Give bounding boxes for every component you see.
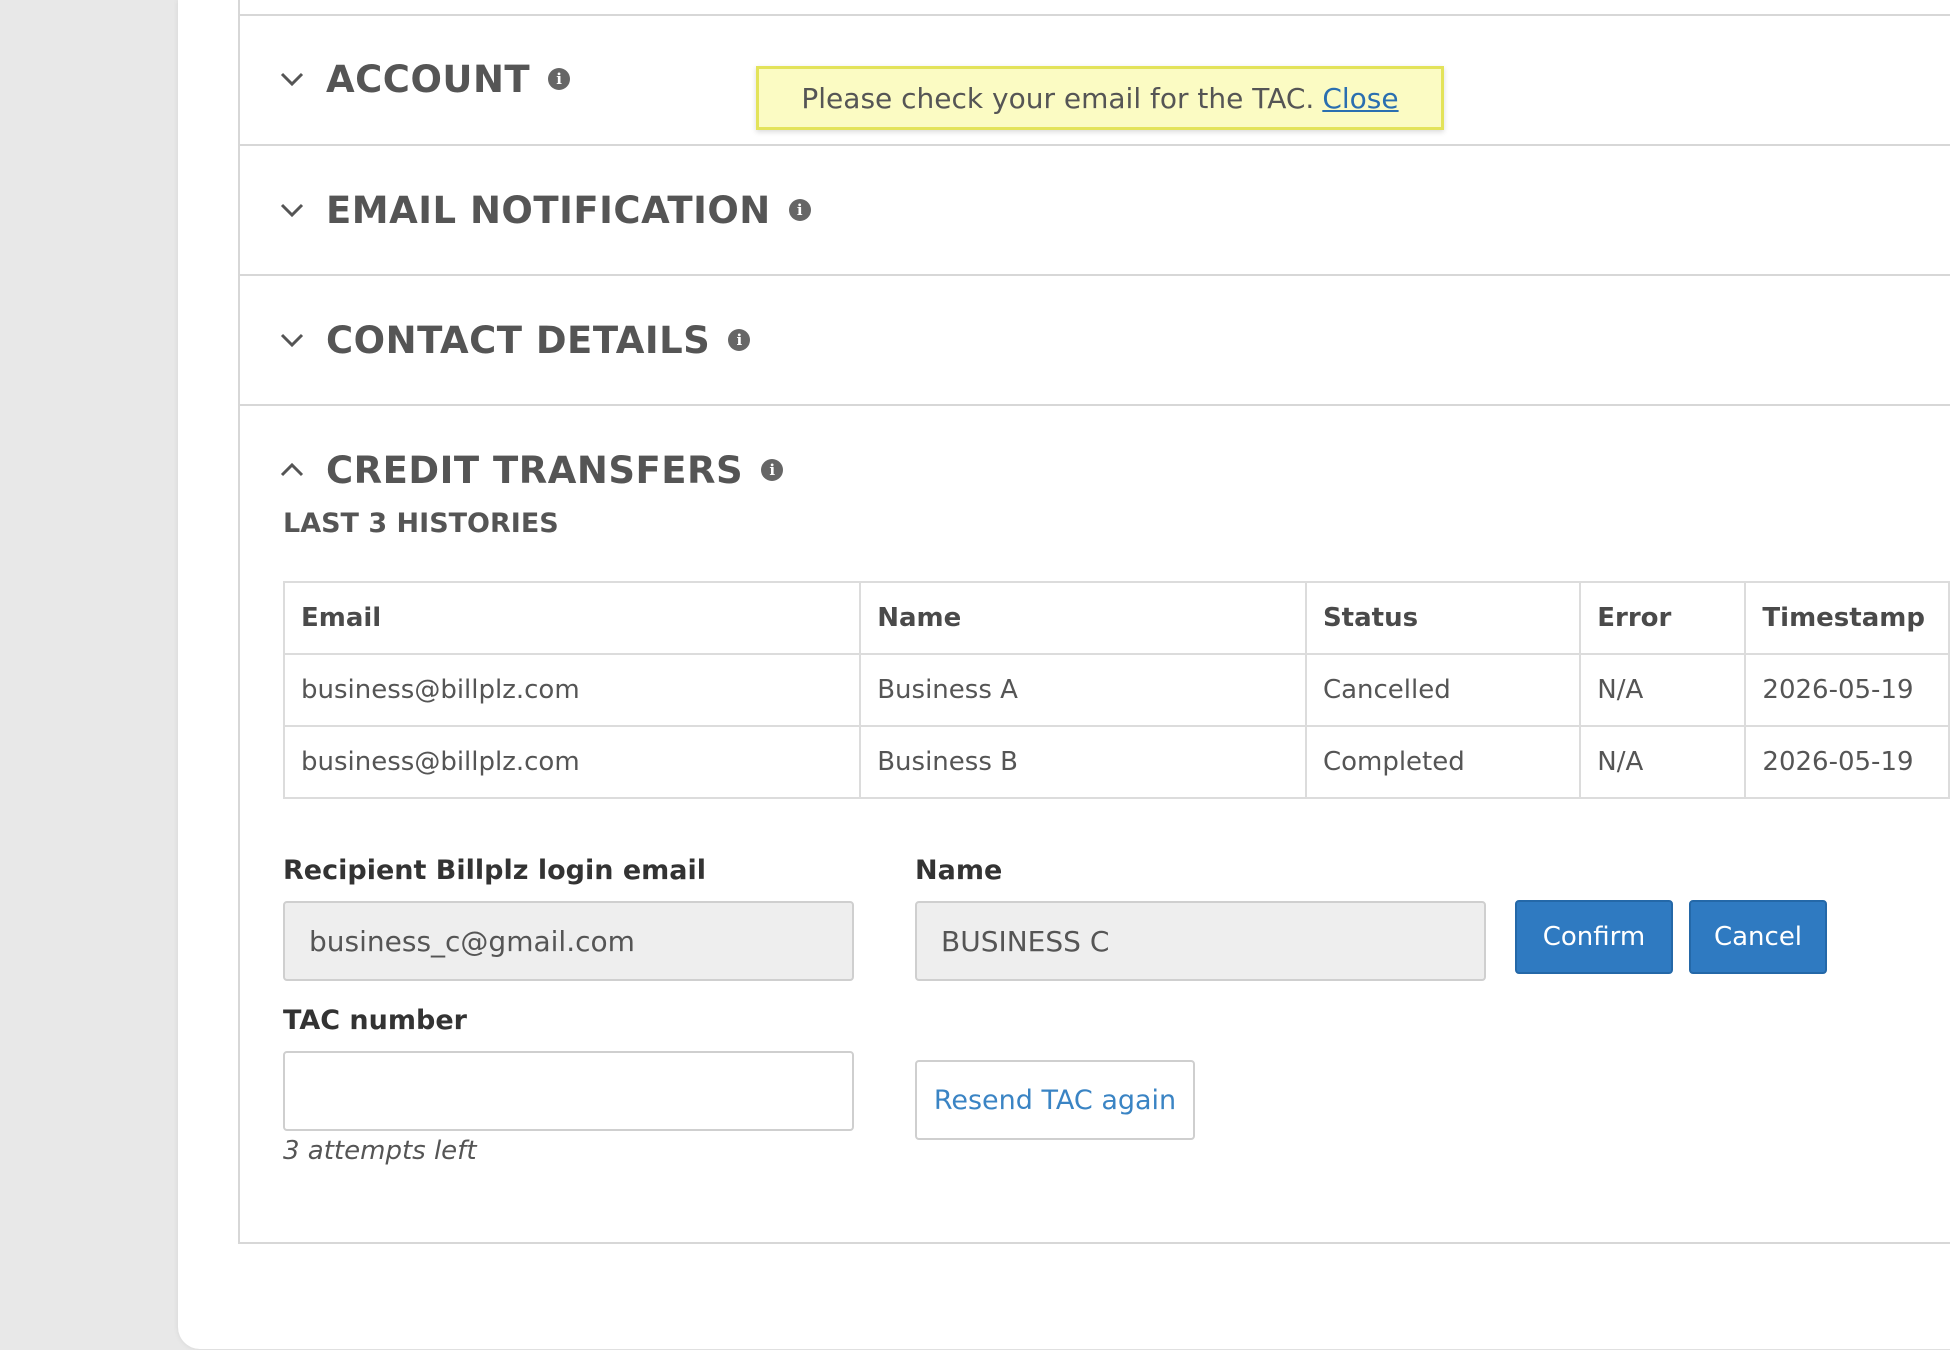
tac-number-input[interactable] [283, 1051, 854, 1131]
toast-message: Please check your email for the TAC. [801, 81, 1315, 115]
info-icon[interactable]: i [548, 68, 571, 90]
divider [240, 404, 1950, 406]
column-header-error: Error [1579, 581, 1747, 655]
cell-email: business@billplz.com [282, 653, 862, 727]
recipient-email-field[interactable]: business_c@gmail.com [283, 901, 854, 981]
divider [240, 14, 1950, 16]
attempts-left-hint: 3 attempts left [283, 1136, 477, 1166]
section-header-credit-transfers[interactable]: CREDIT TRANSFERS i [278, 445, 784, 495]
column-header-name: Name [859, 581, 1307, 655]
recipient-email-label: Recipient Billplz login email [283, 855, 707, 886]
column-header-email: Email [282, 581, 862, 655]
column-header-timestamp: Timestamp [1744, 581, 1950, 655]
cell-error: N/A [1579, 653, 1747, 727]
cell-name: Business B [859, 725, 1307, 799]
cell-name: Business A [859, 653, 1307, 727]
chevron-down-icon[interactable] [278, 196, 306, 224]
cell-email: business@billplz.com [282, 725, 862, 799]
cell-status: Cancelled [1304, 653, 1582, 727]
divider [240, 274, 1950, 276]
section-title: EMAIL NOTIFICATION [326, 188, 771, 232]
toast-close-link[interactable]: Close [1322, 82, 1398, 115]
table-header-row: Email Name Status Error Timestamp [282, 581, 1950, 655]
section-header-account[interactable]: ACCOUNT i [278, 54, 571, 104]
section-title: CREDIT TRANSFERS [326, 448, 744, 492]
info-icon[interactable]: i [761, 459, 784, 481]
table-row: business@billplz.com Business B Complete… [282, 725, 1950, 799]
tac-number-label: TAC number [283, 1005, 467, 1036]
cancel-button[interactable]: Cancel [1689, 900, 1827, 974]
chevron-up-icon[interactable] [278, 456, 306, 484]
recipient-name-field[interactable]: BUSINESS C [915, 901, 1486, 981]
tac-notification-toast: Please check your email for the TAC. Clo… [756, 66, 1444, 130]
section-title: ACCOUNT [326, 57, 531, 101]
info-icon[interactable]: i [788, 199, 811, 221]
section-header-email-notification[interactable]: EMAIL NOTIFICATION i [278, 185, 811, 235]
cell-status: Completed [1304, 725, 1582, 799]
cell-timestamp: 2026-05-19 [1744, 653, 1950, 727]
table-row: business@billplz.com Business A Cancelle… [282, 653, 1950, 727]
chevron-down-icon[interactable] [278, 65, 306, 93]
confirm-button[interactable]: Confirm [1515, 900, 1673, 974]
resend-tac-button[interactable]: Resend TAC again [915, 1060, 1195, 1140]
divider [240, 144, 1950, 146]
history-title: LAST 3 HISTORIES [283, 508, 559, 539]
chevron-down-icon[interactable] [278, 326, 306, 354]
section-title: CONTACT DETAILS [326, 318, 711, 362]
cell-error: N/A [1579, 725, 1747, 799]
info-icon[interactable]: i [728, 329, 751, 351]
cell-timestamp: 2026-05-19 [1744, 725, 1950, 799]
section-header-contact-details[interactable]: CONTACT DETAILS i [278, 315, 751, 365]
transfer-history-table: Email Name Status Error Timestamp busine… [282, 581, 1950, 799]
column-header-status: Status [1304, 581, 1582, 655]
recipient-name-label: Name [915, 855, 1003, 886]
